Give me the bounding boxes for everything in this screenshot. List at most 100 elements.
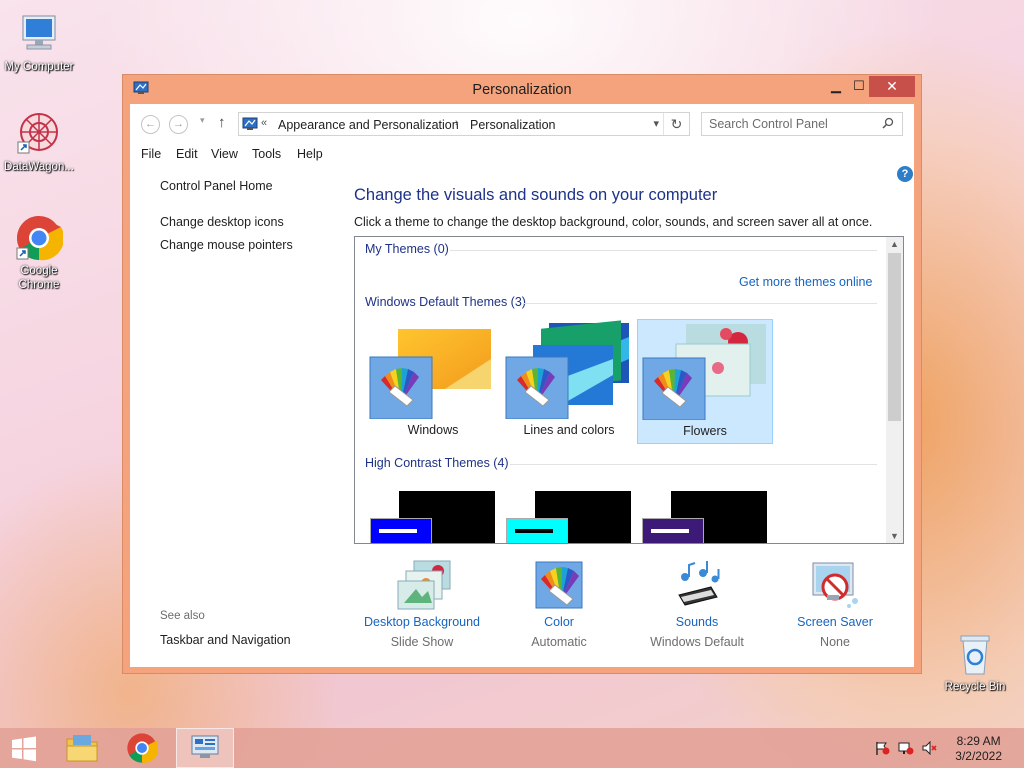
system-clock[interactable]: 8:29 AM 3/2/2022: [955, 734, 1002, 764]
network-icon[interactable]: [898, 741, 914, 755]
desktop-background-value: Slide Show: [390, 635, 454, 649]
group-my-themes[interactable]: My Themes (0): [365, 242, 449, 256]
start-button[interactable]: [10, 728, 40, 768]
clock-date: 3/2/2022: [955, 749, 1002, 763]
windows-logo-icon: [12, 736, 36, 762]
hc-window-preview: [370, 518, 432, 543]
group-high-contrast[interactable]: High Contrast Themes (4): [365, 456, 509, 470]
hc-window-preview: [506, 518, 568, 543]
color-link[interactable]: Color: [489, 615, 629, 629]
scrollbar-thumb[interactable]: [888, 253, 901, 421]
close-button[interactable]: ✕: [869, 76, 915, 97]
navigation-row: ← → ▾ ↑ « Appearance and Personalization…: [130, 104, 914, 142]
theme-name: Lines and colors: [523, 423, 615, 437]
group-divider: [450, 250, 877, 251]
menu-tools[interactable]: Tools: [252, 147, 281, 161]
desktop-background-icon: [396, 559, 451, 611]
hc-bar: [515, 529, 553, 533]
desktop-icon-label: Recycle Bin: [944, 681, 1006, 693]
windows-theme-thumbnail: [369, 329, 491, 419]
page-description: Click a theme to change the desktop back…: [354, 215, 873, 229]
theme-high-contrast-3[interactable]: [637, 485, 773, 543]
desktop-icon-recycle-bin[interactable]: Recycle Bin: [936, 630, 1014, 694]
screen-saver-value: None: [820, 635, 850, 649]
get-more-themes-link[interactable]: Get more themes online: [739, 275, 872, 289]
group-divider: [510, 464, 877, 465]
refresh-icon[interactable]: ↻: [663, 113, 689, 135]
menu-file[interactable]: File: [141, 147, 161, 161]
control-panel-icon: [242, 117, 258, 131]
datawagon-icon: [15, 110, 63, 158]
theme-name: Windows: [407, 423, 459, 437]
color-icon: [533, 559, 585, 611]
hc-bar: [651, 529, 689, 533]
change-desktop-icons-link[interactable]: Change desktop icons: [160, 215, 284, 229]
sounds-value: Windows Default: [650, 635, 744, 649]
themes-list: My Themes (0) Get more themes online Win…: [354, 236, 904, 544]
option-sounds[interactable]: Sounds Windows Default: [627, 559, 767, 649]
control-panel-home-link[interactable]: Control Panel Home: [160, 179, 273, 193]
maximize-button[interactable]: ☐: [849, 76, 869, 97]
back-button[interactable]: ←: [141, 115, 160, 134]
change-mouse-pointers-link[interactable]: Change mouse pointers: [160, 238, 293, 252]
desktop-icon-label: DataWagon...: [4, 161, 74, 173]
action-center-flag-icon[interactable]: [874, 741, 890, 755]
screen-saver-icon: [809, 559, 861, 611]
sounds-icon: [671, 559, 723, 611]
folder-icon: [66, 735, 98, 762]
title-bar[interactable]: Personalization ▁ ☐ ✕: [123, 75, 921, 104]
color-value: Automatic: [531, 635, 587, 649]
desktop-icon-datawagon[interactable]: DataWagon...: [0, 110, 78, 174]
scroll-down-icon[interactable]: ▼: [886, 531, 903, 541]
scroll-up-icon[interactable]: ▲: [886, 239, 903, 249]
desktop-icon-label: My Computer: [4, 61, 74, 73]
desktop-icon-label: Google Chrome: [18, 265, 60, 291]
desktop-background-link[interactable]: Desktop Background: [352, 615, 492, 629]
screen-saver-link[interactable]: Screen Saver: [765, 615, 905, 629]
address-dropdown-icon[interactable]: ▾: [653, 117, 659, 130]
computer-icon: [15, 10, 63, 58]
help-icon[interactable]: ?: [897, 166, 913, 182]
minimize-button[interactable]: ▁: [823, 76, 849, 97]
option-screen-saver[interactable]: Screen Saver None: [765, 559, 905, 649]
theme-lines-and-colors[interactable]: Lines and colors: [501, 319, 637, 444]
option-color[interactable]: Color Automatic: [489, 559, 629, 649]
theme-flowers[interactable]: Flowers: [637, 319, 773, 444]
forward-button[interactable]: →: [169, 115, 188, 134]
menu-help[interactable]: Help: [297, 147, 323, 161]
search-icon[interactable]: [882, 117, 894, 129]
up-button[interactable]: ↑: [218, 114, 226, 131]
menu-view[interactable]: View: [211, 147, 238, 161]
taskbar-control-panel[interactable]: [176, 728, 234, 768]
chrome-icon: [127, 733, 158, 763]
breadcrumb-appearance[interactable]: Appearance and Personalization: [278, 118, 459, 132]
address-bar[interactable]: « Appearance and Personalization › Perso…: [238, 112, 690, 136]
desktop-icon-my-computer[interactable]: My Computer: [0, 10, 78, 74]
taskbar: 8:29 AM 3/2/2022: [0, 728, 1024, 768]
theme-name: Flowers: [683, 424, 727, 438]
taskbar-chrome[interactable]: [120, 728, 164, 768]
search-box[interactable]: [701, 112, 903, 136]
volume-muted-icon[interactable]: [922, 740, 938, 756]
address-overflow[interactable]: «: [261, 117, 267, 129]
themes-scrollbar[interactable]: ▲ ▼: [886, 237, 903, 543]
option-desktop-background[interactable]: Desktop Background Slide Show: [352, 559, 492, 649]
theme-windows[interactable]: Windows: [365, 319, 501, 444]
breadcrumb-personalization[interactable]: Personalization: [470, 118, 555, 132]
personalization-window: Personalization ▁ ☐ ✕ ← → ▾ ↑ « Appearan…: [122, 74, 922, 674]
page-heading: Change the visuals and sounds on your co…: [354, 186, 718, 204]
breadcrumb-separator[interactable]: ›: [455, 117, 459, 129]
theme-high-contrast-2[interactable]: [501, 485, 637, 543]
sounds-link[interactable]: Sounds: [627, 615, 767, 629]
group-default-themes[interactable]: Windows Default Themes (3): [365, 295, 526, 309]
taskbar-navigation-link[interactable]: Taskbar and Navigation: [160, 633, 291, 647]
search-input[interactable]: [702, 113, 872, 135]
desktop-icon-google-chrome[interactable]: Google Chrome: [0, 214, 78, 292]
hc-window-preview: [642, 518, 704, 543]
recent-locations-dropdown[interactable]: ▾: [200, 115, 205, 126]
taskbar-file-explorer[interactable]: [60, 728, 104, 768]
control-panel-icon: [191, 735, 219, 758]
chrome-icon: [15, 214, 65, 262]
menu-edit[interactable]: Edit: [176, 147, 198, 161]
theme-high-contrast-1[interactable]: [365, 485, 501, 543]
